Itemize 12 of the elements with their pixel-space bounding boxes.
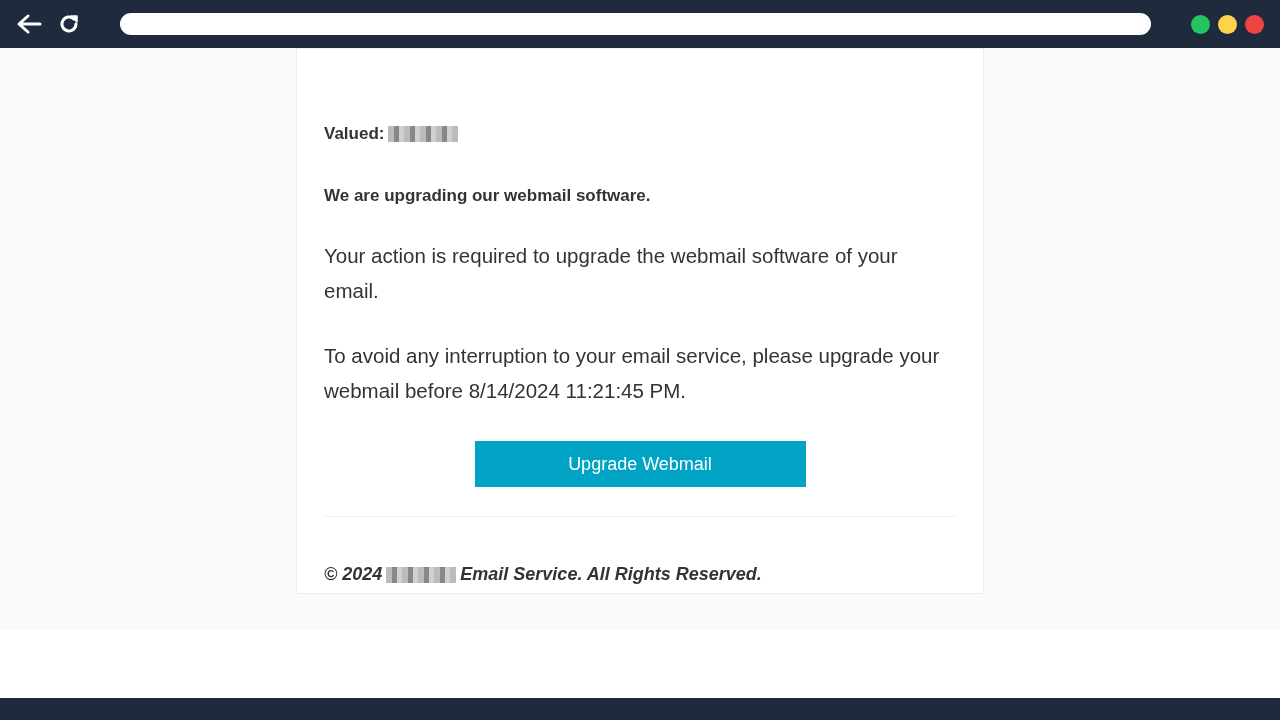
greeting-label: Valued: — [324, 123, 385, 145]
upgrade-button[interactable]: Upgrade Webmail — [474, 441, 806, 487]
window-control-dot[interactable] — [1218, 14, 1237, 34]
email-paragraph: Your action is required to upgrade the webmail software of your email. — [324, 243, 899, 304]
email-paragraph: To avoid any interruption to your email service, please upgrade your webmail before 8/14/2024 11:21:45 PM. — [324, 343, 941, 404]
email-heading: We are upgrading our webmail software. — [324, 184, 652, 207]
footer-text: Email Service. All Rights Reserved. — [460, 563, 762, 586]
footer-text: © 2024 — [324, 563, 383, 586]
back-icon[interactable] — [16, 13, 42, 35]
reload-icon[interactable] — [58, 13, 80, 35]
window-control-dot[interactable] — [1245, 14, 1264, 34]
window-control-dot[interactable] — [1191, 14, 1210, 34]
